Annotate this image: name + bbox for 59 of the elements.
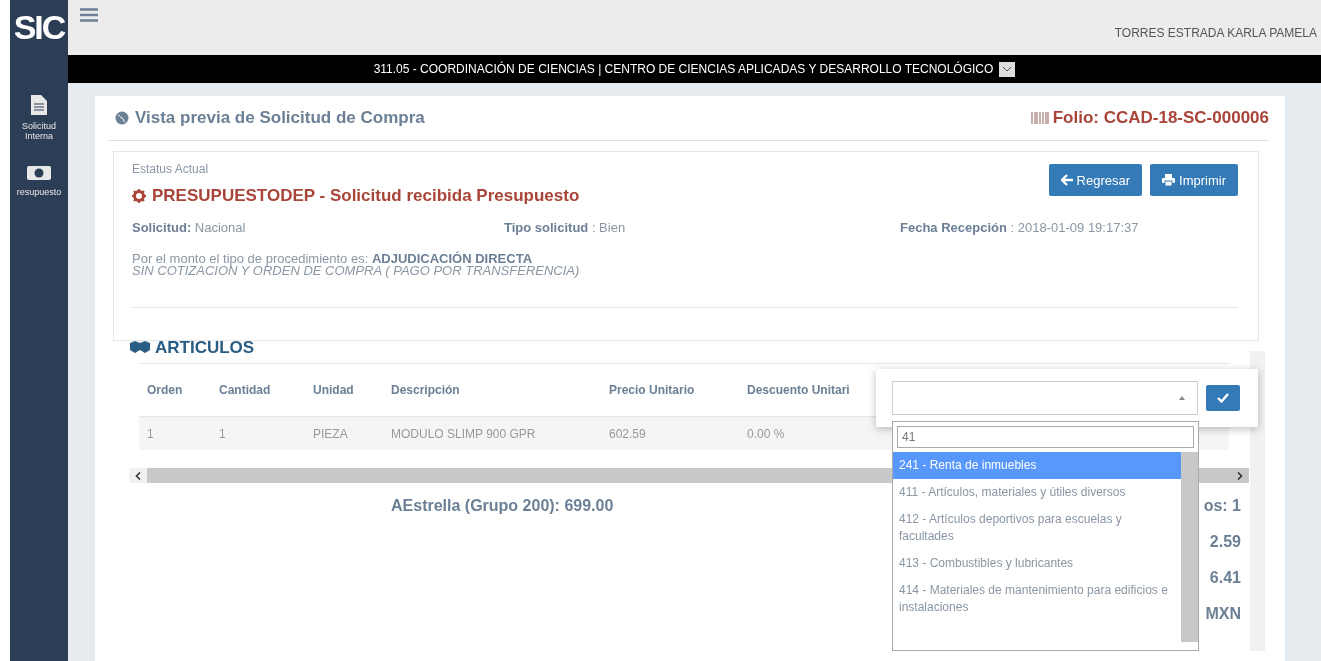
status-label: Estatus Actual	[132, 162, 210, 176]
sidebar-item[interactable]: resupuesto	[11, 165, 67, 197]
table-cell-text: 1	[218, 426, 227, 441]
menu-icon[interactable]	[80, 8, 98, 22]
chevron-right-icon[interactable]	[1237, 471, 1243, 480]
section-title: ARTICULOS	[129, 341, 1249, 353]
gear-icon	[132, 189, 146, 203]
document-icon	[31, 95, 47, 115]
info-field: Tipo solicitud : Bien	[504, 220, 900, 235]
column-header: Orden	[146, 383, 184, 397]
total-value: 2.59	[1209, 533, 1241, 551]
barcode-icon	[1030, 112, 1049, 124]
select-field[interactable]	[892, 381, 1198, 415]
column-header: Cantidad	[218, 383, 272, 397]
table-cell-text: PIEZA	[312, 426, 349, 441]
dropdown-option[interactable]: 411 - Artículos, materiales y útiles diversos	[893, 479, 1181, 506]
info-field: Solicitud: Nacional	[132, 220, 504, 235]
banknote-icon	[26, 165, 52, 181]
chevron-left-icon[interactable]	[135, 471, 141, 480]
table-cell-text: 602.59	[608, 426, 647, 441]
total-value: MXN	[1205, 605, 1241, 623]
column-header: Precio Unitario	[608, 383, 696, 397]
total-value: os: 1	[1203, 497, 1241, 515]
caret-icon	[1179, 396, 1185, 400]
procedure-text: Por el monto el tipo de procedimiento es: ADJUDICACIÓN DIRECTA	[132, 253, 534, 265]
folio: Folio: CCAD-18-SC-000006	[1030, 108, 1269, 128]
cubes-icon	[129, 341, 151, 353]
vertical-scrollbar[interactable]	[1250, 351, 1265, 651]
confirm-button[interactable]	[1206, 385, 1240, 411]
total-value: 6.41	[1209, 569, 1241, 587]
list-scrollbar[interactable]	[1181, 452, 1198, 642]
dropdown-option[interactable]: 241 - Renta de inmuebles	[893, 452, 1181, 479]
table-cell-text: MODULO SLIMP 900 GPR	[390, 426, 537, 441]
dropdown-option[interactable]: 413 - Combustibles y lubricantes	[893, 550, 1181, 577]
unit-name: 311.05 - COORDINACIÓN DE CIENCIAS | CENTRO DE CIENCIAS APLICADAS Y DESARROLLO TECNOLÓGICO	[373, 62, 994, 76]
table-cell-text: 0.00 %	[746, 426, 785, 441]
action-button[interactable]: Imprimir	[1150, 164, 1238, 196]
procedure-note: SIN COTIZACION Y ORDEN DE COMPRA ( PAGO POR TRANSFERENCIA)	[132, 265, 581, 277]
printer-icon	[1162, 174, 1176, 186]
column-header: Descuento Unitari	[746, 383, 850, 397]
page-title: Vista previa de Solicitud de Compra	[109, 108, 425, 128]
dropdown-option[interactable]: 414 - Materiales de mantenimiento para edificios e instalaciones	[893, 577, 1181, 621]
dropdown-option[interactable]: 412 - Artículos deportivos para escuelas y facultades	[893, 506, 1181, 550]
status-text: PRESUPUESTODEP - Solicitud recibida Presupuesto	[132, 186, 580, 206]
column-header: Unidad	[312, 383, 355, 397]
dropdown-button[interactable]	[999, 61, 1016, 77]
globe-icon	[115, 111, 129, 125]
action-button[interactable]: Regresar	[1048, 164, 1143, 196]
logo: SIC	[13, 7, 65, 48]
info-field: Fecha Recepción : 2018-01-09 19:17:37	[900, 220, 1139, 235]
search-field[interactable]: 41	[897, 426, 1194, 448]
table-cell-text: 1	[146, 426, 155, 441]
sidebar-item[interactable]: Solicitud Interna	[11, 95, 67, 141]
arrow-left-icon	[1060, 174, 1073, 186]
user-name[interactable]: TORRES ESTRADA KARLA PAMELA	[1114, 26, 1317, 40]
column-header: Descripción	[390, 383, 461, 397]
checkmark-icon	[1217, 393, 1229, 403]
chevron-down-icon	[1002, 66, 1013, 72]
group-total: AEstrella (Grupo 200): 699.00	[391, 497, 614, 516]
